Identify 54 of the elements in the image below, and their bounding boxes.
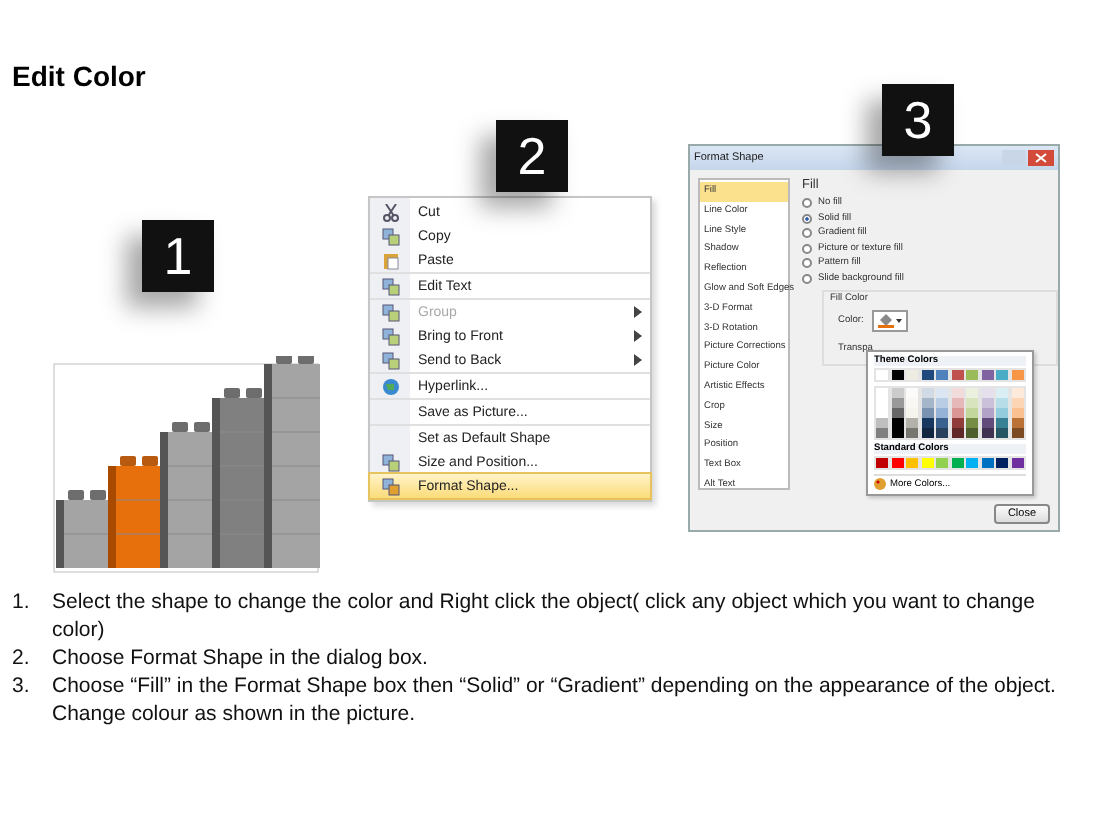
- color-swatch[interactable]: [951, 370, 963, 380]
- radio-button[interactable]: [802, 228, 812, 239]
- color-shade-column[interactable]: [951, 388, 963, 438]
- copy-icon: [381, 227, 399, 245]
- radio-button[interactable]: [802, 243, 812, 254]
- color-swatch[interactable]: [921, 370, 933, 380]
- radio-button[interactable]: [802, 273, 812, 284]
- step-number-badge: 2: [496, 120, 568, 192]
- window-controls-icon: [1002, 150, 1054, 166]
- color-swatch[interactable]: [951, 458, 963, 468]
- paste-icon: [381, 251, 399, 269]
- color-swatch[interactable]: [1011, 370, 1023, 380]
- color-swatch[interactable]: [996, 370, 1008, 380]
- color-swatch[interactable]: [891, 370, 903, 380]
- color-shade-column[interactable]: [906, 388, 918, 438]
- step-instruction: Select the shape to change the color and Right click the object( click any object which you want to change color): [52, 588, 1037, 644]
- radio-button[interactable]: [802, 258, 812, 269]
- color-swatch[interactable]: [876, 370, 888, 380]
- color-shade-column[interactable]: [891, 388, 903, 438]
- color-shade-column[interactable]: [936, 388, 948, 438]
- step-number: 1.: [12, 588, 32, 618]
- color-swatch[interactable]: [981, 458, 993, 468]
- color-shade-column[interactable]: [921, 388, 933, 438]
- color-swatch[interactable]: [981, 370, 993, 380]
- scissors-icon: [381, 203, 399, 221]
- color-swatch[interactable]: [1011, 458, 1023, 468]
- step-number: 3.: [12, 672, 32, 702]
- step-number-badge: 1: [142, 220, 214, 292]
- slide-title: Edit Color: [12, 60, 148, 96]
- radio-button[interactable]: [802, 213, 812, 224]
- color-swatch[interactable]: [936, 458, 948, 468]
- color-shade-column[interactable]: [876, 388, 888, 438]
- step-instruction: Choose “Fill” in the Format Shape box then “Solid” or “Gradient” depending on the appearance of the object. Change colour as shown in the picture.: [52, 672, 1058, 728]
- paint-bucket-icon: [877, 314, 902, 328]
- color-shade-column[interactable]: [966, 388, 978, 438]
- color-swatch[interactable]: [966, 370, 978, 380]
- color-swatch[interactable]: [996, 458, 1008, 468]
- color-swatch[interactable]: [906, 370, 918, 380]
- color-shade-column[interactable]: [1011, 388, 1023, 438]
- color-picker-button[interactable]: [871, 310, 908, 332]
- radio-button[interactable]: [802, 198, 812, 209]
- color-swatch[interactable]: [921, 458, 933, 468]
- color-swatch[interactable]: [966, 458, 978, 468]
- step-instruction: Choose Format Shape in the dialog box.: [52, 644, 430, 672]
- color-swatch[interactable]: [891, 458, 903, 468]
- color-swatch[interactable]: [936, 370, 948, 380]
- step-number: 2.: [12, 644, 32, 672]
- palette-icon: [874, 478, 886, 490]
- color-swatch[interactable]: [876, 458, 888, 468]
- step-number-badge: 3: [882, 84, 954, 156]
- color-shade-column[interactable]: [996, 388, 1008, 438]
- color-swatch[interactable]: [906, 458, 918, 468]
- globe-icon: [381, 377, 399, 395]
- color-shade-column[interactable]: [981, 388, 993, 438]
